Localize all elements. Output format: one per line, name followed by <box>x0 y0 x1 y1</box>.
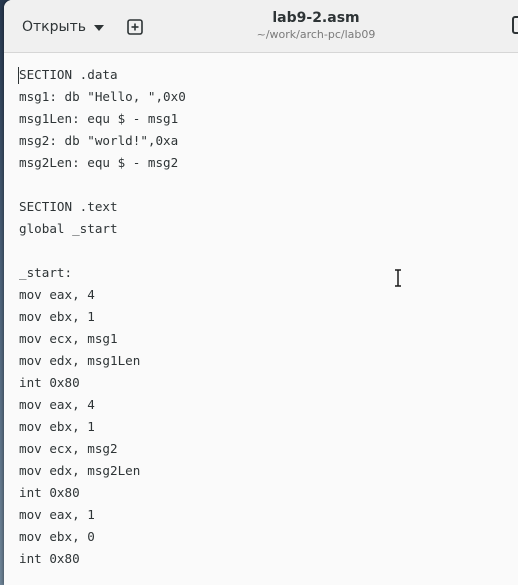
code-line: mov ecx, msg2 <box>19 441 118 456</box>
code-line: mov ebx, 0 <box>19 529 95 544</box>
new-tab-plus-icon <box>127 19 143 35</box>
code-line: mov edx, msg2Len <box>19 463 141 478</box>
code-line: mov ebx, 1 <box>19 419 95 434</box>
chevron-down-icon <box>93 25 104 31</box>
code-content[interactable]: SECTION .data msg1: db "Hello, ",0x0 msg1L… <box>19 64 186 570</box>
text-ibeam-cursor-icon <box>395 269 401 287</box>
headerbar: Открыть lab9-2.asm ~/work/arch-pc/lab09 <box>4 0 518 53</box>
text-editor-window: Открыть lab9-2.asm ~/work/arch-pc/lab09 … <box>4 0 518 585</box>
code-line: msg2Len: equ $ - msg2 <box>19 155 179 170</box>
main-menu-button[interactable] <box>512 16 518 34</box>
code-line: msg1: db "Hello, ",0x0 <box>19 89 186 104</box>
open-button-label: Открыть <box>22 19 86 35</box>
code-line: mov eax, 1 <box>19 507 95 522</box>
code-line: msg2: db "world!",0xa <box>19 133 179 148</box>
text-editor-area[interactable]: SECTION .data msg1: db "Hello, ",0x0 msg1L… <box>4 53 518 585</box>
code-line: int 0x80 <box>19 551 80 566</box>
code-line: mov eax, 4 <box>19 287 95 302</box>
code-line: mov ebx, 1 <box>19 309 95 324</box>
window-title-block: lab9-2.asm ~/work/arch-pc/lab09 <box>174 9 458 43</box>
code-line: global _start <box>19 221 118 236</box>
new-tab-button[interactable] <box>124 16 146 38</box>
code-line: SECTION .data <box>19 67 118 82</box>
open-button[interactable]: Открыть <box>14 12 112 42</box>
code-line: msg1Len: equ $ - msg1 <box>19 111 179 126</box>
code-line: SECTION .text <box>19 199 118 214</box>
code-line: mov ecx, msg1 <box>19 331 118 346</box>
code-line: _start: <box>19 265 73 280</box>
code-line: mov edx, msg1Len <box>19 353 141 368</box>
document-path: ~/work/arch-pc/lab09 <box>256 28 376 41</box>
code-line: mov eax, 4 <box>19 397 95 412</box>
code-line: int 0x80 <box>19 485 80 500</box>
document-title: lab9-2.asm <box>272 10 360 26</box>
code-line: int 0x80 <box>19 375 80 390</box>
